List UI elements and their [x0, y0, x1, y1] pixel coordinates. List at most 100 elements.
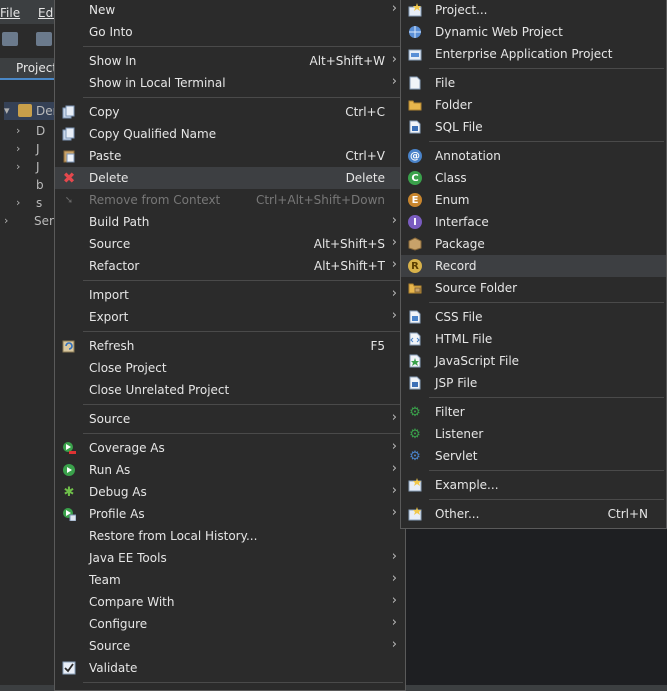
submenu-item-file[interactable]: File — [401, 72, 666, 94]
submenu-item-listener[interactable]: ⚙ Listener — [401, 423, 666, 445]
chevron-right-icon: › — [391, 549, 397, 564]
menu-item-import[interactable]: Import › — [55, 284, 405, 306]
chevron-right-icon[interactable]: › — [4, 214, 8, 227]
shortcut-text: Ctrl+V — [345, 149, 385, 163]
menu-item-export[interactable]: Export › — [55, 306, 405, 328]
menu-separator — [429, 397, 664, 398]
chevron-right-icon: › — [391, 213, 397, 228]
shortcut-text: Delete — [345, 171, 385, 185]
submenu-item-class[interactable]: C Class — [401, 167, 666, 189]
submenu-item-html-file[interactable]: HTML File — [401, 328, 666, 350]
tree-item[interactable]: › Serv — [4, 212, 61, 230]
menu-item-paste[interactable]: Paste Ctrl+V — [55, 145, 405, 167]
menu-item-label: Project... — [435, 3, 488, 17]
shortcut-text: Alt+Shift+T — [314, 259, 385, 273]
shortcut-text: Ctrl+N — [607, 507, 648, 521]
submenu-item-filter[interactable]: ⚙ Filter — [401, 401, 666, 423]
menu-item-refactor[interactable]: Refactor Alt+Shift+T › — [55, 255, 405, 277]
menu-item-delete[interactable]: ✖ Delete Delete — [55, 167, 405, 189]
menu-item-validate[interactable]: Validate — [55, 657, 405, 679]
submenu-item-sql-file[interactable]: SQL File — [401, 116, 666, 138]
menu-item-coverage-as[interactable]: Coverage As › — [55, 437, 405, 459]
menu-item-close-unrelated-project[interactable]: Close Unrelated Project — [55, 379, 405, 401]
submenu-item-folder[interactable]: Folder — [401, 94, 666, 116]
submenu-item-source-folder[interactable]: Source Folder — [401, 277, 666, 299]
menu-item-copy-qualified-name[interactable]: Copy Qualified Name — [55, 123, 405, 145]
sql-file-icon — [408, 120, 422, 134]
shortcut-text: F5 — [370, 339, 385, 353]
menu-item-java-ee-tools[interactable]: Java EE Tools › — [55, 547, 405, 569]
menu-item-restore-local-history[interactable]: Restore from Local History... — [55, 525, 405, 547]
submenu-item-annotation[interactable]: @ Annotation — [401, 145, 666, 167]
menu-item-close-project[interactable]: Close Project — [55, 357, 405, 379]
listener-icon: ⚙ — [409, 426, 421, 442]
menu-item-remove-from-context[interactable]: ➘ Remove from Context Ctrl+Alt+Shift+Dow… — [55, 189, 405, 211]
menu-item-label: Compare With — [89, 595, 175, 609]
ear-project-icon — [408, 47, 422, 61]
profile-icon — [62, 507, 76, 521]
menu-item-label: Interface — [435, 215, 489, 229]
menu-item-label: File — [435, 76, 456, 90]
submenu-item-package[interactable]: Package — [401, 233, 666, 255]
menu-separator — [429, 141, 664, 142]
menu-separator — [83, 280, 403, 281]
menu-item-label: Delete — [89, 171, 129, 185]
menu-item-label: Import — [89, 288, 129, 302]
copy-icon — [62, 127, 76, 141]
menu-item-new[interactable]: New › — [55, 0, 405, 21]
submenu-item-enterprise-application-project[interactable]: Enterprise Application Project — [401, 43, 666, 65]
submenu-item-enum[interactable]: E Enum — [401, 189, 666, 211]
submenu-item-example[interactable]: Example... — [401, 474, 666, 496]
menu-item-source[interactable]: Source Alt+Shift+S › — [55, 233, 405, 255]
menu-item-copy[interactable]: Copy Ctrl+C — [55, 101, 405, 123]
menu-item-debug-as[interactable]: ✱ Debug As › — [55, 481, 405, 503]
menu-item-build-path[interactable]: Build Path › — [55, 211, 405, 233]
menu-item-source-2[interactable]: Source › — [55, 408, 405, 430]
servlet-icon: ⚙ — [409, 448, 421, 464]
menu-item-label: CSS File — [435, 310, 483, 324]
submenu-item-javascript-file[interactable]: JavaScript File — [401, 350, 666, 372]
chevron-right-icon[interactable]: › — [16, 196, 20, 209]
menu-item-label: Coverage As — [89, 441, 165, 455]
tree-item-project[interactable]: ▾ Den — [4, 102, 60, 120]
submenu-item-servlet[interactable]: ⚙ Servlet — [401, 445, 666, 467]
submenu-item-project[interactable]: Project... — [401, 0, 666, 21]
menu-item-compare-with[interactable]: Compare With › — [55, 591, 405, 613]
submenu-item-dynamic-web-project[interactable]: Dynamic Web Project — [401, 21, 666, 43]
submenu-item-other[interactable]: Other... Ctrl+N — [401, 503, 666, 525]
menu-item-show-in-local-terminal[interactable]: Show in Local Terminal › — [55, 72, 405, 94]
file-icon — [408, 76, 422, 90]
menu-item-configure[interactable]: Configure › — [55, 613, 405, 635]
chevron-right-icon[interactable]: › — [16, 124, 20, 137]
menu-item-label: Restore from Local History... — [89, 529, 258, 543]
menu-item-team[interactable]: Team › — [55, 569, 405, 591]
menu-separator — [83, 331, 403, 332]
submenu-item-interface[interactable]: I Interface — [401, 211, 666, 233]
menu-item-label: Source — [89, 237, 131, 251]
menu-item-refresh[interactable]: Refresh F5 — [55, 335, 405, 357]
submenu-item-jsp-file[interactable]: JSP File — [401, 372, 666, 394]
new-icon[interactable] — [2, 32, 18, 46]
menu-item-label: Source — [89, 639, 131, 653]
chevron-down-icon[interactable]: ▾ — [4, 104, 10, 117]
menu-item-profile-as[interactable]: Profile As › — [55, 503, 405, 525]
chevron-right-icon: › — [391, 505, 397, 520]
menu-file[interactable]: File — [0, 6, 20, 20]
submenu-item-css-file[interactable]: CSS File — [401, 306, 666, 328]
menu-item-show-in[interactable]: Show In Alt+Shift+W › — [55, 50, 405, 72]
chevron-right-icon: › — [391, 1, 397, 16]
folder-icon — [408, 98, 422, 112]
submenu-item-record[interactable]: R Record — [401, 255, 666, 277]
shortcut-text: Alt+Shift+S — [313, 237, 385, 251]
menu-separator — [429, 68, 664, 69]
menu-item-label: Folder — [435, 98, 473, 112]
chevron-right-icon[interactable]: › — [16, 142, 20, 155]
source-folder-icon — [408, 281, 422, 295]
tab-label: Project — [16, 61, 58, 75]
menu-item-source-3[interactable]: Source › — [55, 635, 405, 657]
tab-project-explorer[interactable]: Project — [0, 58, 58, 80]
save-icon[interactable] — [36, 32, 52, 46]
menu-item-run-as[interactable]: Run As › — [55, 459, 405, 481]
chevron-right-icon[interactable]: › — [16, 160, 20, 173]
menu-item-go-into[interactable]: Go Into — [55, 21, 405, 43]
